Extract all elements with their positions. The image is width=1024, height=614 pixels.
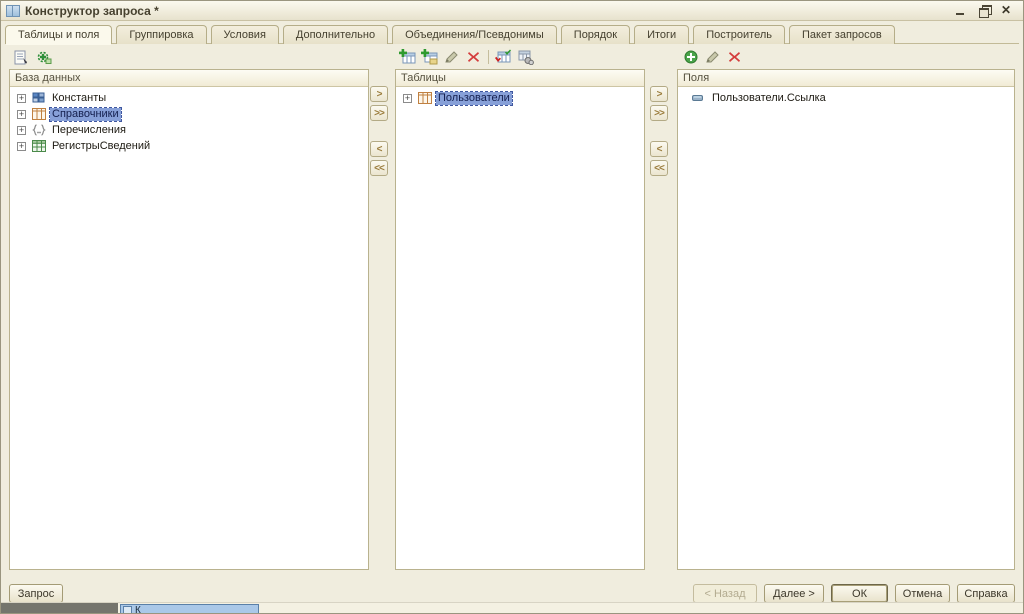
tree-item-inforegisters[interactable]: + РегистрыСведений xyxy=(10,138,368,154)
expand-icon[interactable]: + xyxy=(17,109,26,119)
database-panel-header: База данных xyxy=(10,70,368,87)
tree-item-label[interactable]: Константы xyxy=(50,92,108,105)
window-icon xyxy=(6,4,20,17)
taskbar-active-item[interactable]: К xyxy=(120,604,259,613)
catalog-table-icon xyxy=(417,92,432,105)
query-text-icon[interactable] xyxy=(12,48,31,66)
database-panel: База данных + Константы + Справочники + … xyxy=(9,69,369,570)
add-field-icon[interactable] xyxy=(681,48,700,66)
dialog-buttons: < Назад Далее > ОК Отмена Справка xyxy=(693,584,1015,603)
expand-icon[interactable]: + xyxy=(17,93,26,103)
database-toolbar xyxy=(12,47,53,67)
delete-field-icon[interactable] xyxy=(725,48,744,66)
move-left-button[interactable]: < xyxy=(650,141,668,157)
tree-item-label[interactable]: Справочники xyxy=(49,106,122,122)
query-settings-icon[interactable] xyxy=(34,48,53,66)
back-button: < Назад xyxy=(693,584,757,603)
help-button[interactable]: Справка xyxy=(957,584,1015,603)
fields-panel-header: Поля xyxy=(678,70,1014,87)
tab-query-batch[interactable]: Пакет запросов xyxy=(788,25,895,44)
tree-item-constants[interactable]: + Константы xyxy=(10,90,368,106)
add-table-icon[interactable] xyxy=(398,48,417,66)
constants-icon xyxy=(31,92,46,105)
tree-item-label[interactable]: Перечисления xyxy=(50,124,128,137)
close-icon[interactable]: ✕ xyxy=(1001,4,1014,16)
ok-button[interactable]: ОК xyxy=(831,584,888,603)
tab-conditions[interactable]: Условия xyxy=(210,25,279,44)
tree-item-label[interactable]: Пользователи xyxy=(435,90,513,106)
query-designer-window: Конструктор запроса * ✕ Таблицы и поля Г… xyxy=(0,0,1024,614)
move-right-button[interactable]: > xyxy=(650,86,668,102)
tab-bar: Таблицы и поля Группировка Условия Допол… xyxy=(5,25,1019,45)
delete-table-icon[interactable] xyxy=(464,48,483,66)
expand-icon[interactable]: + xyxy=(17,141,26,151)
field-item-users-ref[interactable]: Пользователи.Ссылка xyxy=(678,90,1014,106)
move-all-left-button[interactable]: << xyxy=(650,160,668,176)
field-item-label[interactable]: Пользователи.Ссылка xyxy=(710,92,828,105)
virtual-table-params-icon[interactable] xyxy=(516,48,535,66)
expand-icon[interactable]: + xyxy=(17,125,26,135)
expand-icon[interactable]: + xyxy=(403,93,412,103)
add-nested-table-icon[interactable] xyxy=(420,48,439,66)
tab-order[interactable]: Порядок xyxy=(560,25,631,44)
catalog-table-icon xyxy=(31,108,46,121)
taskbar-gray-segment xyxy=(1,603,118,613)
fields-panel: Поля Пользователи.Ссылка xyxy=(677,69,1015,570)
minimize-icon[interactable] xyxy=(955,5,968,16)
tables-to-fields-transfer: > >> < << xyxy=(649,86,669,179)
background-taskbar-strip: К xyxy=(1,602,1023,613)
database-tree[interactable]: + Константы + Справочники + Перечисления… xyxy=(10,87,368,154)
title-bar: Конструктор запроса * ✕ xyxy=(1,1,1023,21)
field-icon xyxy=(690,92,705,105)
tab-tables-and-fields[interactable]: Таблицы и поля xyxy=(5,25,113,45)
move-all-right-button[interactable]: >> xyxy=(650,105,668,121)
tables-tree[interactable]: + Пользователи xyxy=(396,87,644,106)
tab-grouping[interactable]: Группировка xyxy=(116,25,207,44)
tab-additional[interactable]: Дополнительно xyxy=(282,25,389,44)
taskbar-item-icon xyxy=(123,606,132,613)
cancel-button[interactable]: Отмена xyxy=(895,584,950,603)
move-all-left-button[interactable]: << xyxy=(370,160,388,176)
tree-item-catalogs[interactable]: + Справочники xyxy=(10,106,368,122)
tables-toolbar xyxy=(398,47,535,67)
tab-unions-aliases[interactable]: Объединения/Псевдонимы xyxy=(392,25,557,44)
restore-icon[interactable] xyxy=(978,5,992,18)
query-button[interactable]: Запрос xyxy=(9,584,63,603)
tables-panel-header: Таблицы xyxy=(396,70,644,87)
db-to-tables-transfer: > >> < << xyxy=(369,86,389,179)
move-left-button[interactable]: < xyxy=(370,141,388,157)
taskbar-item-label: К xyxy=(135,605,141,614)
fields-toolbar xyxy=(681,47,744,67)
replace-table-icon[interactable] xyxy=(494,48,513,66)
next-button[interactable]: Далее > xyxy=(764,584,824,603)
fields-list[interactable]: Пользователи.Ссылка xyxy=(678,87,1014,106)
tree-item-label[interactable]: РегистрыСведений xyxy=(50,140,152,153)
edit-table-icon[interactable] xyxy=(442,48,461,66)
enum-braces-icon xyxy=(31,124,46,137)
tables-panel: Таблицы + Пользователи xyxy=(395,69,645,570)
move-all-right-button[interactable]: >> xyxy=(370,105,388,121)
toolbar-separator xyxy=(488,50,489,64)
tree-item-users-table[interactable]: + Пользователи xyxy=(396,90,644,106)
move-right-button[interactable]: > xyxy=(370,86,388,102)
tab-totals[interactable]: Итоги xyxy=(634,25,690,44)
edit-field-icon[interactable] xyxy=(703,48,722,66)
inforegister-table-icon xyxy=(31,140,46,153)
tab-builder[interactable]: Построитель xyxy=(693,25,785,44)
window-title: Конструктор запроса * xyxy=(25,3,159,18)
tree-item-enums[interactable]: + Перечисления xyxy=(10,122,368,138)
